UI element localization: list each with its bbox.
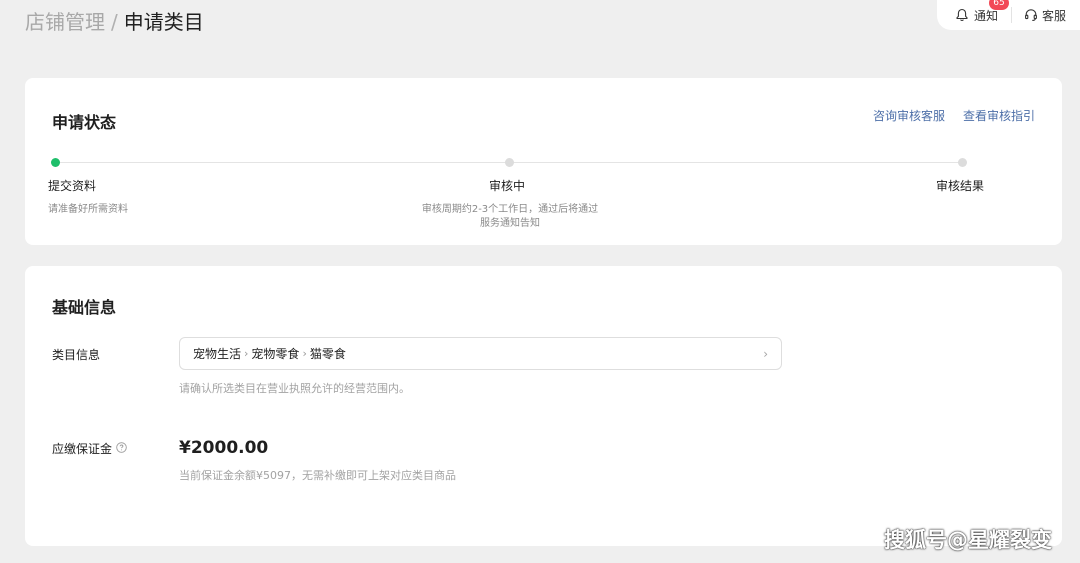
chevron-right-icon: ›: [244, 347, 249, 360]
basic-info-card: 基础信息 类目信息 宠物生活 › 宠物零食 › 猫零食 › 请确认所选类目在营业…: [25, 266, 1062, 546]
category-level-1: 宠物生活: [193, 347, 242, 361]
help-icon[interactable]: [116, 441, 127, 456]
breadcrumb-separator: /: [111, 10, 118, 34]
breadcrumb-parent-link[interactable]: 店铺管理: [25, 10, 105, 34]
status-card-title: 申请状态: [52, 113, 117, 132]
deposit-amount: ¥2000.00: [179, 438, 269, 458]
step-label-submit: 提交资料: [48, 179, 97, 193]
page-title: 申请类目: [123, 10, 204, 34]
category-info-label: 类目信息: [52, 346, 100, 363]
deposit-hint: 当前保证金余额¥5097，无需补缴即可上架对应类目商品: [179, 469, 456, 482]
category-selector[interactable]: 宠物生活 › 宠物零食 › 猫零食 ›: [179, 337, 782, 370]
deposit-label-text: 应缴保证金: [52, 442, 113, 456]
category-level-2: 宠物零食: [251, 347, 300, 361]
step-label-reviewing: 审核中: [489, 179, 526, 193]
application-status-card: 申请状态 咨询审核客服 查看审核指引 提交资料 审核中 审核结果 请准备好所需资…: [25, 78, 1062, 245]
chevron-right-icon: ›: [302, 347, 307, 360]
consult-review-service-link[interactable]: 咨询审核客服: [873, 107, 945, 124]
step-dot-result: [958, 158, 967, 167]
step-label-result: 审核结果: [936, 179, 985, 193]
step-desc-reviewing: 审核周期约2-3个工作日，通过后将通过服务通知告知: [421, 204, 599, 229]
basic-info-title: 基础信息: [52, 298, 117, 317]
deposit-label: 应缴保证金: [52, 440, 127, 457]
customer-service-button[interactable]: 客服: [1024, 5, 1066, 25]
notification-count-badge: 65: [989, 0, 1009, 10]
category-level-3: 猫零食: [309, 347, 346, 361]
category-info-label-text: 类目信息: [52, 348, 101, 362]
breadcrumb: 店铺管理 / 申请类目: [25, 8, 204, 36]
view-review-guide-link[interactable]: 查看审核指引: [963, 107, 1035, 124]
chevron-right-icon: ›: [763, 347, 768, 361]
customer-service-label: 客服: [1042, 8, 1067, 23]
bell-icon: [955, 8, 969, 22]
topbar-divider: [1011, 7, 1013, 23]
notification-button[interactable]: 通知 65: [955, 0, 1009, 25]
watermark: 搜狐号@星耀裂变: [884, 528, 1052, 552]
step-dot-reviewing: [505, 158, 514, 167]
top-action-bar: 通知 65 客服: [937, 0, 1080, 30]
category-hint: 请确认所选类目在营业执照允许的经营范围内。: [179, 382, 410, 395]
headset-icon: [1024, 8, 1038, 22]
step-dot-submit: [51, 158, 60, 167]
step-desc-submit: 请准备好所需资料: [48, 204, 128, 215]
